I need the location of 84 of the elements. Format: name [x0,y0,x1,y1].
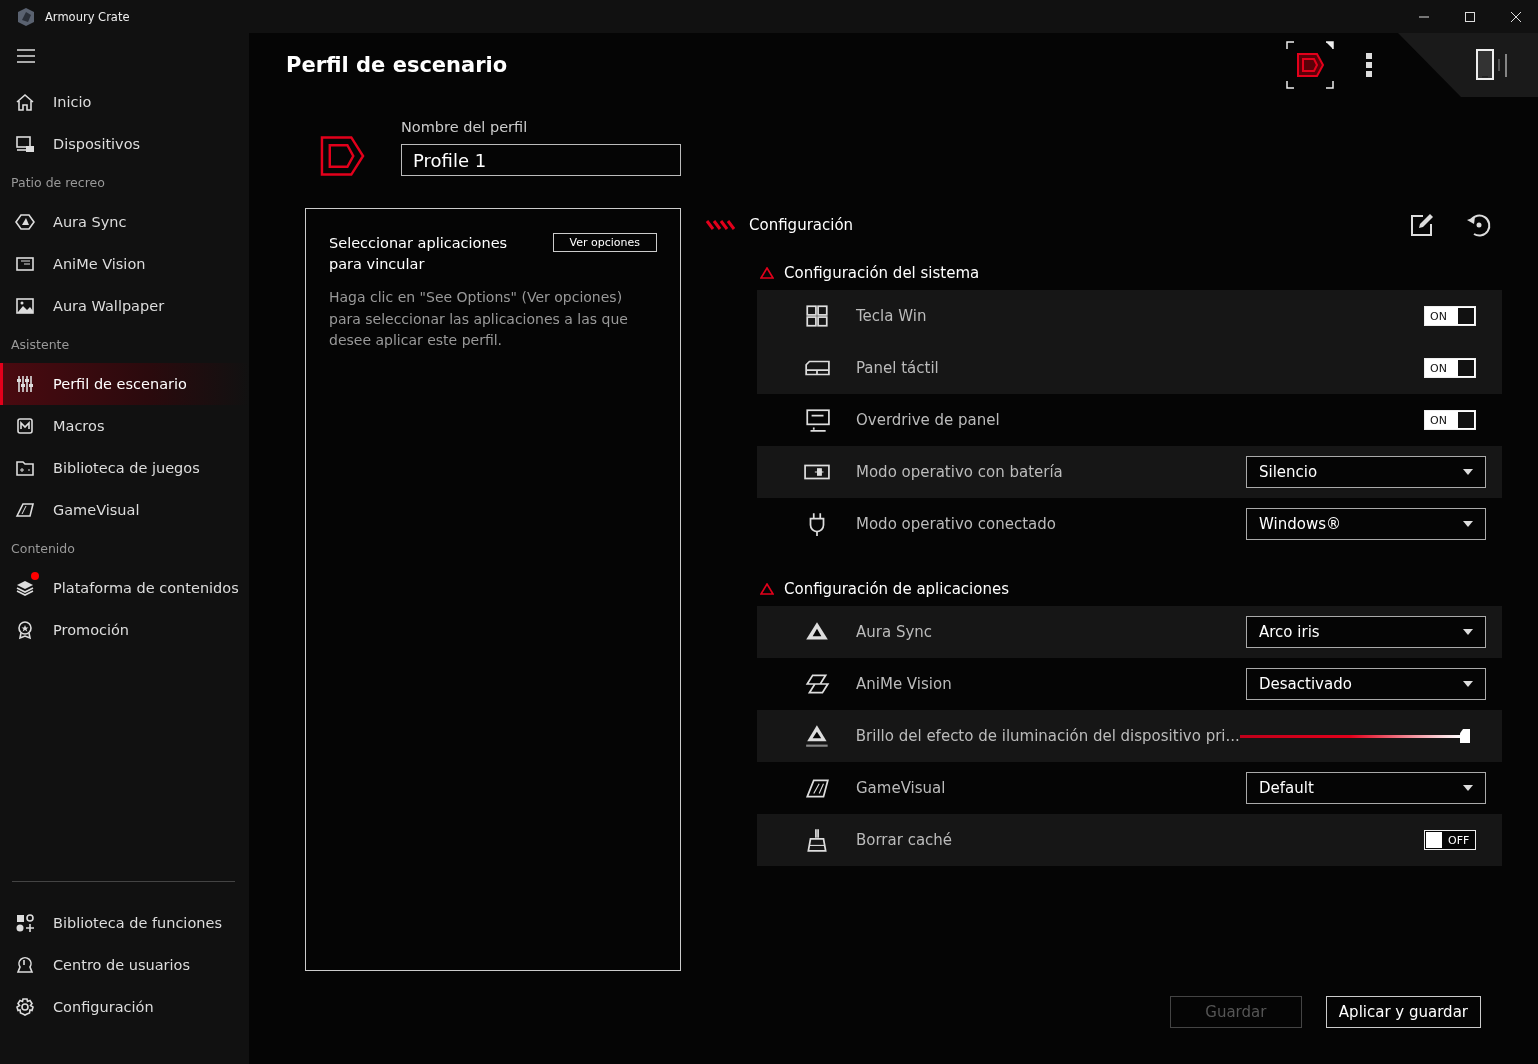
reset-icon[interactable] [1466,212,1492,238]
field-label: Nombre del perfil [401,119,529,135]
sidebar-item[interactable]: AniMe Vision [0,243,249,285]
setting-label: Brillo del efecto de iluminación del dispositivo pri... [855,727,1240,745]
triangle-icon [760,583,774,595]
dropdown[interactable]: Desactivado [1246,668,1486,700]
phone-icon[interactable] [1476,49,1508,81]
caret-icon [1463,629,1473,635]
group-heading: Asistente [10,336,71,354]
menu-icon[interactable] [17,49,35,63]
aura-brightness-icon [804,723,830,749]
sidebar-item[interactable]: Aura Sync [0,201,249,243]
caret-icon [1463,785,1473,791]
section-title: Configuración [749,216,854,234]
layers-icon [15,578,35,598]
sidebar-item[interactable]: Centro de usuarios [0,944,249,986]
screen-icon [15,254,35,274]
toggle-switch[interactable]: OFF [1424,830,1476,850]
slanted-logo-icon [15,500,35,520]
sidebar-item[interactable]: Promoción [0,609,249,651]
sidebar-item[interactable]: Inicio [0,81,249,123]
profile-name-field[interactable]: Profile 1 [401,144,681,176]
slider[interactable] [1239,729,1470,743]
group-heading: Patio de recreo [10,174,106,192]
devices-icon [15,134,35,154]
page-title: Perfil de escenario [286,53,508,77]
profile-logo-button[interactable] [1286,41,1334,89]
gear-icon [15,997,35,1017]
toggle-switch[interactable]: ON [1424,306,1476,326]
maximize-icon[interactable] [1464,10,1476,23]
user-icon [15,955,35,975]
home-icon [15,92,35,112]
sidebar-item[interactable]: Macros [0,405,249,447]
triangle-icon [760,267,774,279]
windows-key-icon [804,303,830,329]
dropdown[interactable]: Arco iris [1246,616,1486,648]
setting-label: Modo operativo con batería [856,463,1064,481]
slider-thumb[interactable] [1460,729,1470,743]
setting-label: Borrar caché [856,831,954,849]
m-key-icon [15,416,35,436]
action-button[interactable]: Aplicar y guardar [1325,996,1481,1028]
sidebar-item[interactable]: Plataforma de contenidos [0,567,249,609]
setting-label: AniMe Vision [856,675,953,693]
toggle-switch[interactable]: ON [1424,410,1476,430]
setting-label: Overdrive de panel [856,411,1001,429]
aura-icon [15,212,35,232]
toggle-switch[interactable]: ON [1424,358,1476,378]
sidebar-item[interactable]: Biblioteca de juegos [0,447,249,489]
app-logo-icon [16,6,36,27]
sidebar-item[interactable]: Aura Wallpaper [0,285,249,327]
setting-label: Modo operativo conectado [856,515,1057,533]
section-heading: Configuración de aplicaciones [784,580,1009,598]
broom-icon [804,827,830,853]
shapes-icon [15,913,35,933]
stripes-icon [705,220,737,230]
profile-logo-icon [320,135,365,177]
caret-icon [1463,521,1473,527]
dropdown[interactable]: Windows® [1246,508,1486,540]
setting-label: Aura Sync [856,623,934,641]
dropdown[interactable]: Silencio [1246,456,1486,488]
setting-label: Panel táctil [856,359,940,377]
panel-description: Haga clic en "See Options" (Ver opciones) para seleccionar las aplicaciones a las que desee aplicar este perfil. [329,288,629,350]
gamepad-folder-icon [15,458,35,478]
caret-icon [1463,469,1473,475]
sidebar-item[interactable]: Biblioteca de funciones [0,902,249,944]
monitor-icon [804,407,830,433]
caret-icon [1463,681,1473,687]
section-heading: Configuración del sistema [784,264,980,282]
group-heading: Contenido [10,540,76,558]
image-icon [15,296,35,316]
panel-title: Seleccionar aplicaciones para vincular [329,234,509,274]
close-icon[interactable] [1510,10,1522,23]
more-options-icon[interactable] [1366,53,1372,77]
setting-label: GameVisual [856,779,947,797]
medal-icon [15,620,35,640]
sidebar-item[interactable]: Dispositivos [0,123,249,165]
dropdown[interactable]: Default [1246,772,1486,804]
sidebar-item[interactable]: GameVisual [0,489,249,531]
setting-label: Tecla Win [856,307,928,325]
sliders-icon [15,374,35,394]
edit-icon[interactable] [1410,213,1434,237]
see-options-button[interactable]: Ver opciones [552,233,657,252]
window-title: Armoury Crate [45,9,130,24]
sidebar-item[interactable]: Configuración [0,986,249,1028]
